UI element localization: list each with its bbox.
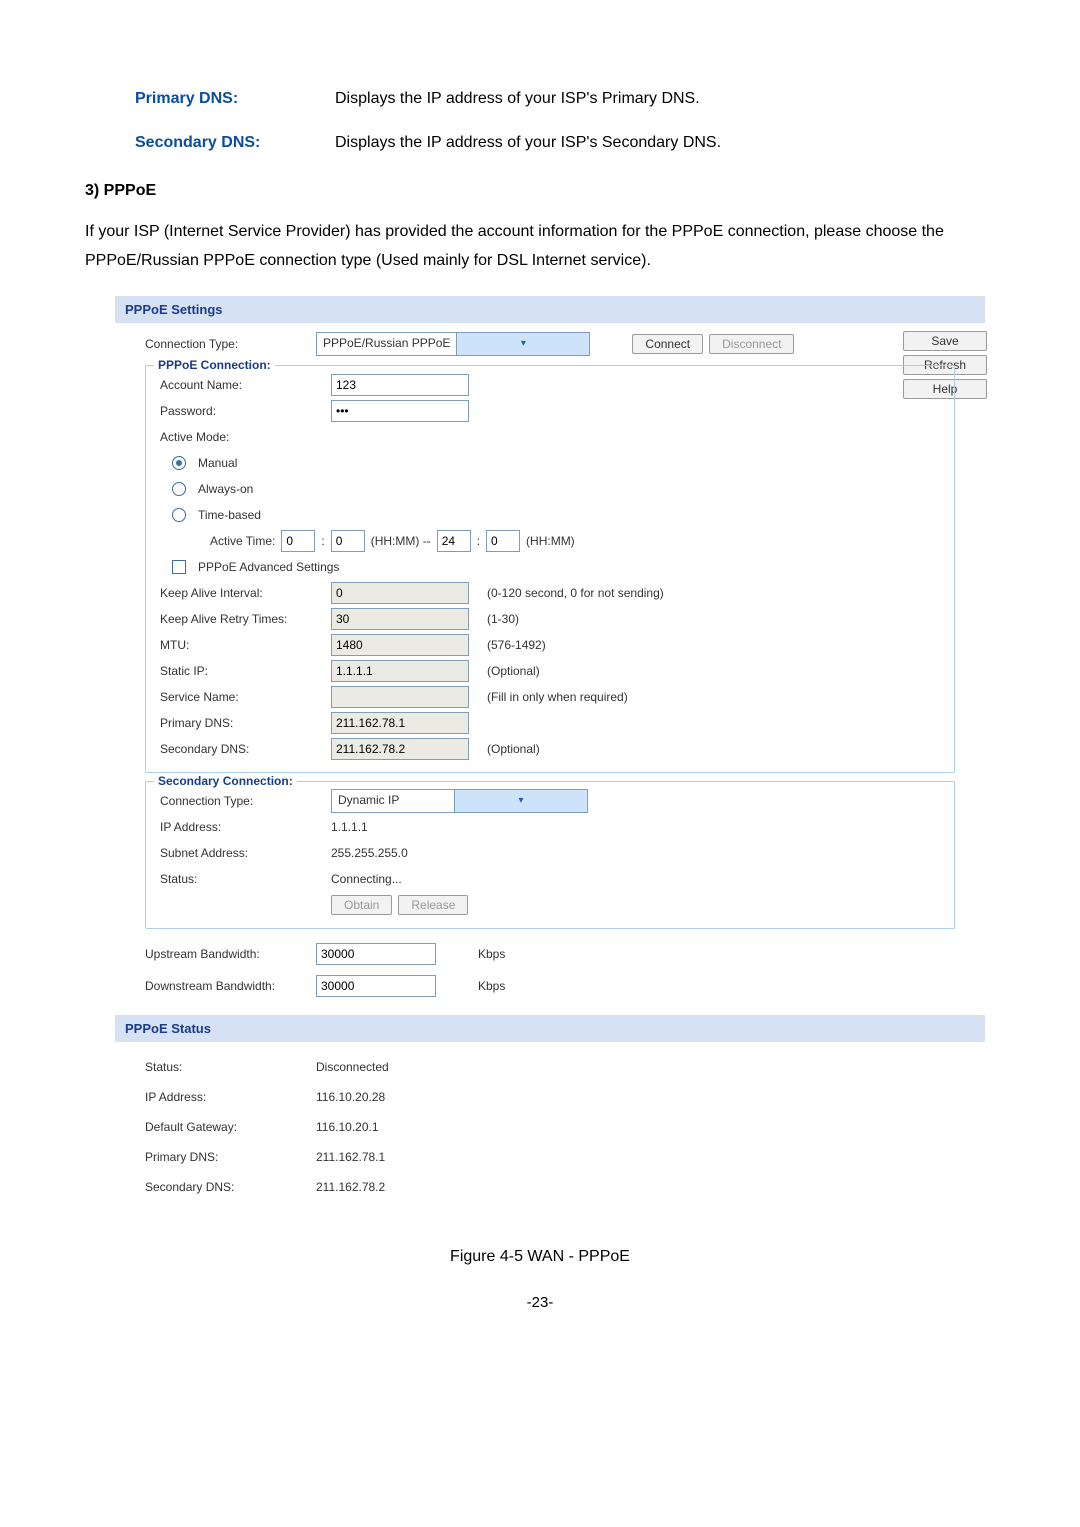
- pppoe-connection-legend: PPPoE Connection:: [154, 358, 275, 372]
- active-time-suffix: (HH:MM): [526, 534, 575, 548]
- always-on-label: Always-on: [198, 482, 253, 496]
- sec-status-value: Connecting...: [331, 872, 402, 886]
- secondary-dns-label: Secondary DNS:: [85, 134, 335, 152]
- service-name-input[interactable]: [331, 686, 469, 708]
- mtu-label: MTU:: [160, 638, 325, 652]
- keep-alive-retry-input[interactable]: [331, 608, 469, 630]
- connect-button[interactable]: Connect: [632, 334, 703, 354]
- status-status-label: Status:: [145, 1060, 310, 1074]
- advanced-settings-label: PPPoE Advanced Settings: [198, 560, 339, 574]
- always-on-radio[interactable]: [172, 482, 186, 496]
- secondary-connection-legend: Secondary Connection:: [154, 774, 297, 788]
- primary-dns-input[interactable]: [331, 712, 469, 734]
- downstream-input[interactable]: [316, 975, 436, 997]
- release-button[interactable]: Release: [398, 895, 468, 915]
- keep-alive-interval-input[interactable]: [331, 582, 469, 604]
- page-number: -23-: [85, 1294, 995, 1311]
- secondary-connection-fieldset: Secondary Connection: Connection Type: D…: [145, 781, 955, 929]
- figure-caption: Figure 4-5 WAN - PPPoE: [85, 1248, 995, 1266]
- keep-alive-interval-label: Keep Alive Interval:: [160, 586, 325, 600]
- primary-dns-label: Primary DNS:: [85, 90, 335, 108]
- downstream-unit: Kbps: [478, 979, 505, 993]
- primary-dns-definition: Primary DNS: Displays the IP address of …: [85, 90, 995, 108]
- active-time-hour2[interactable]: [437, 530, 471, 552]
- time-based-label: Time-based: [198, 508, 261, 522]
- active-time-label: Active Time:: [210, 534, 275, 548]
- primary-dns-input-label: Primary DNS:: [160, 716, 325, 730]
- status-sdns-label: Secondary DNS:: [145, 1180, 310, 1194]
- status-sdns-value: 211.162.78.2: [316, 1180, 385, 1194]
- active-time-hour1[interactable]: [281, 530, 315, 552]
- status-gateway-value: 116.10.20.1: [316, 1120, 379, 1134]
- mtu-hint: (576-1492): [487, 638, 546, 652]
- upstream-unit: Kbps: [478, 947, 505, 961]
- active-time-min2[interactable]: [486, 530, 520, 552]
- secondary-dns-input-label: Secondary DNS:: [160, 742, 325, 756]
- pppoe-settings-screenshot: PPPoE Settings Save Refresh Help Connect…: [115, 296, 985, 1218]
- connection-type-label: Connection Type:: [145, 337, 310, 351]
- service-name-hint: (Fill in only when required): [487, 690, 628, 704]
- keep-alive-retry-hint: (1-30): [487, 612, 519, 626]
- status-pdns-label: Primary DNS:: [145, 1150, 310, 1164]
- password-label: Password:: [160, 404, 325, 418]
- advanced-settings-checkbox[interactable]: [172, 560, 186, 574]
- connection-type-value: PPPoE/Russian PPPoE: [317, 333, 456, 355]
- static-ip-input[interactable]: [331, 660, 469, 682]
- secondary-dns-input[interactable]: [331, 738, 469, 760]
- save-button[interactable]: Save: [903, 331, 987, 351]
- connection-type-select[interactable]: PPPoE/Russian PPPoE ▾: [316, 332, 590, 356]
- primary-dns-desc: Displays the IP address of your ISP's Pr…: [335, 90, 700, 108]
- status-pdns-value: 211.162.78.1: [316, 1150, 385, 1164]
- status-status-value: Disconnected: [316, 1060, 389, 1074]
- secondary-dns-desc: Displays the IP address of your ISP's Se…: [335, 134, 721, 152]
- chevron-down-icon: ▾: [456, 333, 589, 355]
- intro-paragraph: If your ISP (Internet Service Provider) …: [85, 218, 995, 276]
- active-mode-label: Active Mode:: [160, 430, 325, 444]
- secondary-dns-hint: (Optional): [487, 742, 540, 756]
- sec-conn-type-value: Dynamic IP: [332, 790, 454, 812]
- pppoe-settings-header: PPPoE Settings: [115, 296, 985, 323]
- pppoe-status-header: PPPoE Status: [115, 1015, 985, 1042]
- upstream-input[interactable]: [316, 943, 436, 965]
- sec-status-label: Status:: [160, 872, 325, 886]
- password-input[interactable]: [331, 400, 469, 422]
- keep-alive-interval-hint: (0-120 second, 0 for not sending): [487, 586, 664, 600]
- static-ip-hint: (Optional): [487, 664, 540, 678]
- status-gateway-label: Default Gateway:: [145, 1120, 310, 1134]
- downstream-label: Downstream Bandwidth:: [145, 979, 310, 993]
- service-name-label: Service Name:: [160, 690, 325, 704]
- keep-alive-retry-label: Keep Alive Retry Times:: [160, 612, 325, 626]
- sec-subnet-label: Subnet Address:: [160, 846, 325, 860]
- obtain-button[interactable]: Obtain: [331, 895, 392, 915]
- disconnect-button[interactable]: Disconnect: [709, 334, 794, 354]
- time-based-radio[interactable]: [172, 508, 186, 522]
- manual-label: Manual: [198, 456, 237, 470]
- chevron-down-icon: ▾: [454, 790, 587, 812]
- sec-ip-label: IP Address:: [160, 820, 325, 834]
- account-name-input[interactable]: [331, 374, 469, 396]
- sec-conn-type-label: Connection Type:: [160, 794, 325, 808]
- secondary-dns-definition: Secondary DNS: Displays the IP address o…: [85, 134, 995, 152]
- manual-radio[interactable]: [172, 456, 186, 470]
- static-ip-label: Static IP:: [160, 664, 325, 678]
- upstream-label: Upstream Bandwidth:: [145, 947, 310, 961]
- active-time-mid: (HH:MM) --: [371, 534, 431, 548]
- account-name-label: Account Name:: [160, 378, 325, 392]
- section-heading: 3) PPPoE: [85, 182, 995, 200]
- active-time-min1[interactable]: [331, 530, 365, 552]
- sec-ip-value: 1.1.1.1: [331, 820, 368, 834]
- status-ip-label: IP Address:: [145, 1090, 310, 1104]
- status-ip-value: 116.10.20.28: [316, 1090, 385, 1104]
- mtu-input[interactable]: [331, 634, 469, 656]
- pppoe-connection-fieldset: PPPoE Connection: Account Name: Password…: [145, 365, 955, 773]
- sec-conn-type-select[interactable]: Dynamic IP ▾: [331, 789, 588, 813]
- sec-subnet-value: 255.255.255.0: [331, 846, 408, 860]
